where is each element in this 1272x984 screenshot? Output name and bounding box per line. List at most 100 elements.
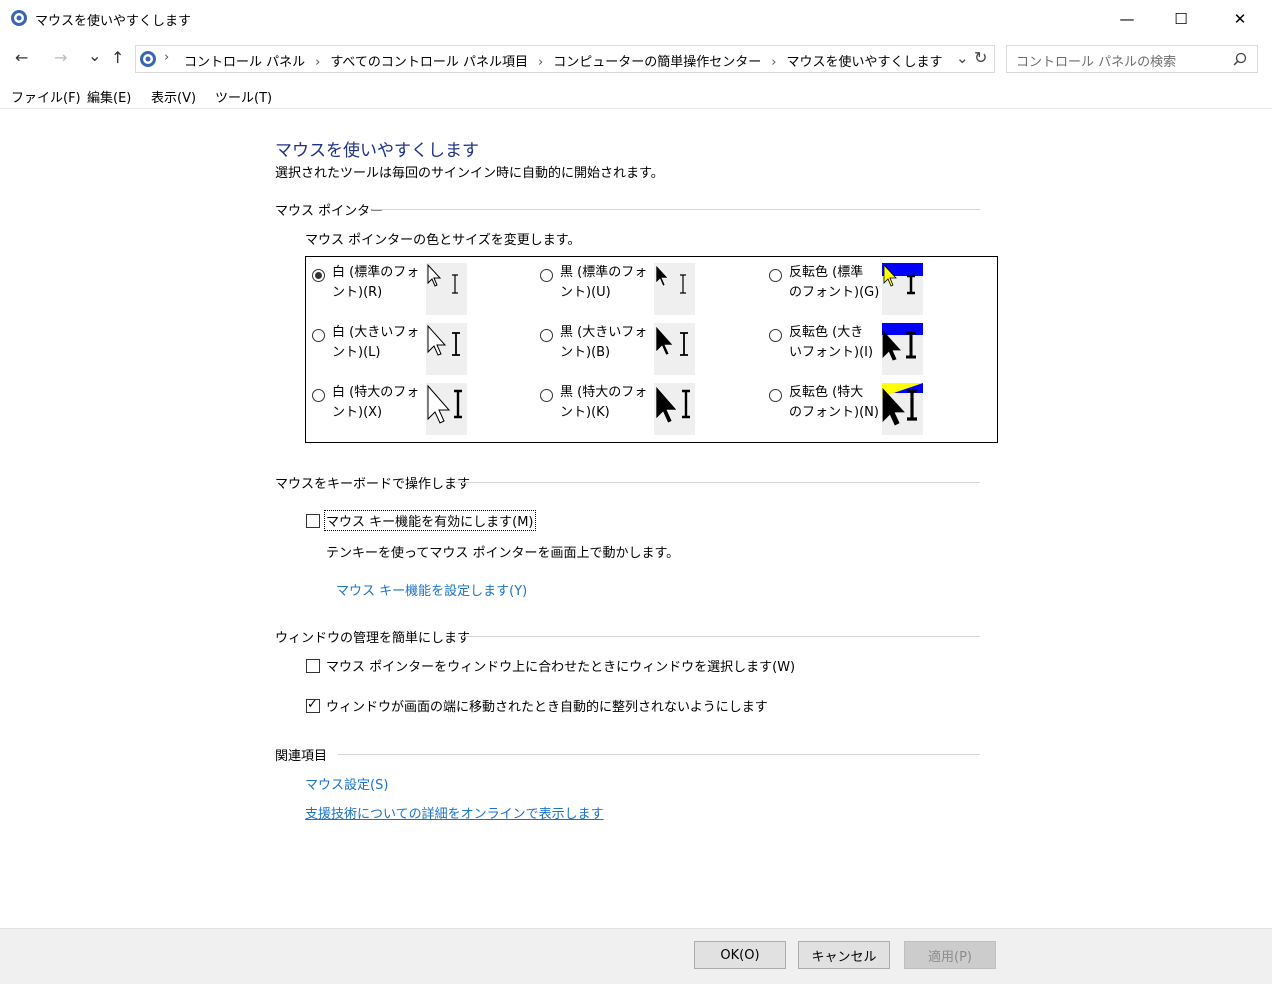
- chevron-right-icon: ›: [538, 55, 544, 70]
- menu-view[interactable]: 表示(V): [151, 87, 196, 106]
- divider: [338, 754, 980, 755]
- section-heading-pointer: マウス ポインター: [275, 204, 384, 219]
- window-title: マウスを使いやすくします: [35, 14, 192, 29]
- online-help-link[interactable]: 支援技術についての詳細をオンラインで表示します: [305, 803, 604, 822]
- black-pointer-preview: [654, 263, 695, 315]
- black-arrow-cursor-icon: [655, 264, 686, 294]
- refresh-button[interactable]: ↻: [974, 48, 987, 67]
- white-pointer-preview: [426, 323, 467, 375]
- radio-inverted-large[interactable]: [769, 329, 782, 342]
- pointer-scheme-group: 白 (標準のフォ ント)(R) 黒 (標準のフォ ント)(U) 反転色 (標準 のフォ…: [305, 256, 998, 443]
- option-label: のフォント)(G): [789, 285, 880, 300]
- menu-edit[interactable]: 編集(E): [87, 87, 131, 106]
- radio-white-large[interactable]: [312, 329, 325, 342]
- ok-button[interactable]: OK(O): [694, 941, 786, 969]
- black-pointer-preview: [654, 383, 695, 435]
- option-label: ント)(K): [560, 405, 610, 420]
- minimize-button[interactable]: —: [1104, 0, 1150, 38]
- divider: [462, 636, 980, 637]
- option-label: のフォント)(N): [789, 405, 879, 420]
- radio-inverted-standard[interactable]: [769, 269, 782, 282]
- prevent-snap-label[interactable]: ウィンドウが画面の端に移動されたとき自動的に整列されないようにします: [326, 696, 768, 715]
- page-title: マウスを使いやすくします: [275, 141, 479, 161]
- control-panel-icon: [11, 10, 27, 26]
- search-box[interactable]: コントロール パネルの検索: [1006, 45, 1258, 73]
- breadcrumb-item[interactable]: マウスを使いやすくします: [786, 55, 942, 70]
- close-icon: ✕: [1233, 10, 1247, 28]
- search-icon[interactable]: [1233, 52, 1247, 66]
- apply-button[interactable]: 適用(P): [904, 941, 996, 969]
- breadcrumb-item[interactable]: すべてのコントロール パネル項目: [330, 55, 528, 70]
- black-pointer-preview: [654, 323, 695, 375]
- radio-black-large[interactable]: [540, 329, 553, 342]
- option-label: 黒 (特大のフォ: [560, 385, 648, 400]
- mousekeys-setup-link[interactable]: マウス キー機能を設定します(Y): [336, 580, 527, 599]
- option-label: 黒 (大きいフォ: [560, 325, 648, 340]
- address-bar[interactable]: › コントロール パネル › すべてのコントロール パネル項目 › コンピューターの簡単…: [135, 45, 995, 73]
- menu-file[interactable]: ファイル(F): [11, 87, 81, 106]
- up-arrow-icon: ↑: [111, 48, 125, 67]
- pointer-description: マウス ポインターの色とサイズを変更します。: [305, 233, 581, 248]
- option-label: 反転色 (大き: [789, 325, 864, 340]
- chevron-right-icon: ›: [164, 50, 170, 65]
- divider: [372, 209, 980, 210]
- white-arrow-cursor-icon: [427, 324, 460, 356]
- page-subtitle: 選択されたツールは毎回のサインイン時に自動的に開始されます。: [275, 166, 664, 181]
- breadcrumb-item[interactable]: コンピューターの簡単操作センター: [553, 55, 761, 70]
- mouse-settings-link[interactable]: マウス設定(S): [305, 774, 388, 793]
- address-dropdown-chevron-icon[interactable]: ⌄: [956, 49, 969, 67]
- menu-bar: ファイル(F) 編集(E) 表示(V) ツール(T): [0, 84, 1272, 109]
- hover-activate-checkbox[interactable]: [306, 659, 320, 673]
- option-label: ント)(L): [332, 345, 381, 360]
- forward-arrow-icon: →: [54, 48, 68, 67]
- black-arrow-cursor-icon: [655, 385, 690, 424]
- section-heading-related: 関連項目: [275, 749, 328, 764]
- forward-button[interactable]: →: [54, 48, 67, 67]
- option-label: ント)(X): [332, 405, 383, 420]
- chevron-right-icon: ›: [771, 55, 777, 70]
- black-arrow-cursor-icon: [655, 325, 688, 356]
- mousekeys-label[interactable]: マウス キー機能を有効にします(M): [324, 510, 536, 531]
- mousekeys-checkbox[interactable]: [306, 514, 320, 528]
- maximize-icon: ☐: [1174, 10, 1188, 28]
- option-label: ント)(U): [560, 285, 611, 300]
- back-button[interactable]: ←: [15, 48, 28, 67]
- radio-white-standard[interactable]: [312, 269, 325, 282]
- white-pointer-preview: [426, 263, 467, 315]
- inverted-pointer-preview: [882, 263, 923, 315]
- breadcrumb: コントロール パネル › すべてのコントロール パネル項目 › コンピューターの簡単操作…: [184, 51, 942, 70]
- option-label: 白 (標準のフォ: [332, 265, 420, 280]
- divider: [454, 482, 980, 483]
- title-bar: マウスを使いやすくします — ☐ ✕: [0, 0, 1272, 38]
- inverted-pointer-preview: [882, 383, 923, 435]
- breadcrumb-item[interactable]: コントロール パネル: [184, 55, 305, 70]
- maximize-button[interactable]: ☐: [1158, 0, 1204, 38]
- refresh-icon: ↻: [974, 48, 988, 67]
- radio-black-xl[interactable]: [540, 389, 553, 402]
- search-input[interactable]: コントロール パネルの検索: [1016, 51, 1176, 70]
- prevent-snap-checkbox[interactable]: [306, 697, 320, 713]
- cancel-button[interactable]: キャンセル: [798, 941, 890, 969]
- chevron-right-icon: ›: [315, 55, 321, 70]
- radio-black-standard[interactable]: [540, 269, 553, 282]
- hover-activate-label[interactable]: マウス ポインターをウィンドウ上に合わせたときにウィンドウを選択します(W): [326, 656, 795, 675]
- mousekeys-description: テンキーを使ってマウス ポインターを画面上で動かします。: [326, 546, 680, 561]
- menu-tools[interactable]: ツール(T): [215, 87, 272, 106]
- white-arrow-cursor-icon: [427, 263, 458, 294]
- recent-locations-button[interactable]: ⌄: [88, 46, 101, 65]
- option-label: 黒 (標準のフォ: [560, 265, 648, 280]
- section-heading-keyboard: マウスをキーボードで操作します: [275, 477, 471, 492]
- back-arrow-icon: ←: [15, 48, 29, 67]
- white-arrow-cursor-icon: [427, 384, 462, 424]
- dialog-footer: OK(O) キャンセル 適用(P): [0, 928, 1272, 984]
- radio-white-xl[interactable]: [312, 389, 325, 402]
- white-pointer-preview: [426, 383, 467, 435]
- close-button[interactable]: ✕: [1217, 0, 1263, 38]
- up-button[interactable]: ↑: [111, 48, 124, 67]
- option-label: 反転色 (特大: [789, 385, 864, 400]
- option-label: ント)(B): [560, 345, 611, 360]
- radio-inverted-xl[interactable]: [769, 389, 782, 402]
- chevron-down-icon: ⌄: [88, 46, 102, 65]
- inverted-arrow-cursor-icon: [882, 263, 923, 295]
- option-label: ント)(R): [332, 285, 383, 300]
